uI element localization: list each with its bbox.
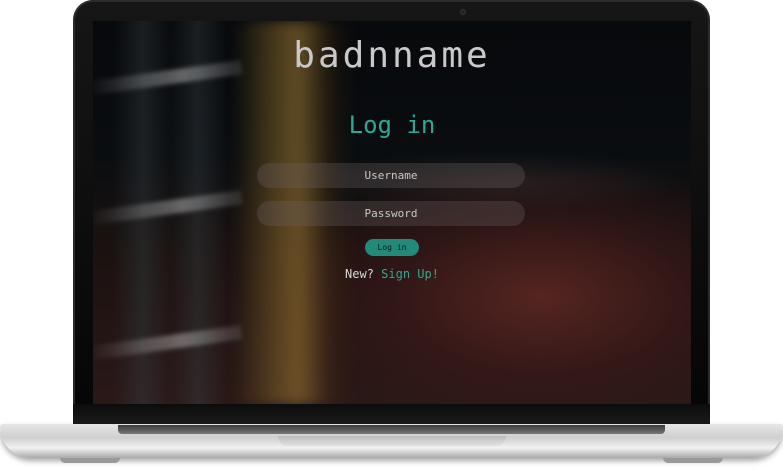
signup-link[interactable]: Sign Up! <box>381 267 439 281</box>
password-input[interactable] <box>257 201 525 226</box>
laptop-foot <box>663 458 723 463</box>
laptop-hinge <box>73 404 710 424</box>
laptop-foot <box>60 458 120 463</box>
login-heading: Log in <box>348 111 436 139</box>
signup-prompt-text: New? <box>345 267 374 281</box>
signup-prompt-line: New? Sign Up! <box>93 267 691 281</box>
login-button[interactable]: Log in <box>365 239 419 256</box>
webcam-icon <box>460 9 466 15</box>
username-input[interactable] <box>257 163 525 188</box>
site-logo: badnname <box>293 35 491 76</box>
keyboard-edge <box>118 425 665 434</box>
laptop-notch <box>278 436 506 446</box>
laptop-screen: badnname Log in Log in New? Sign Up! <box>93 21 691 405</box>
